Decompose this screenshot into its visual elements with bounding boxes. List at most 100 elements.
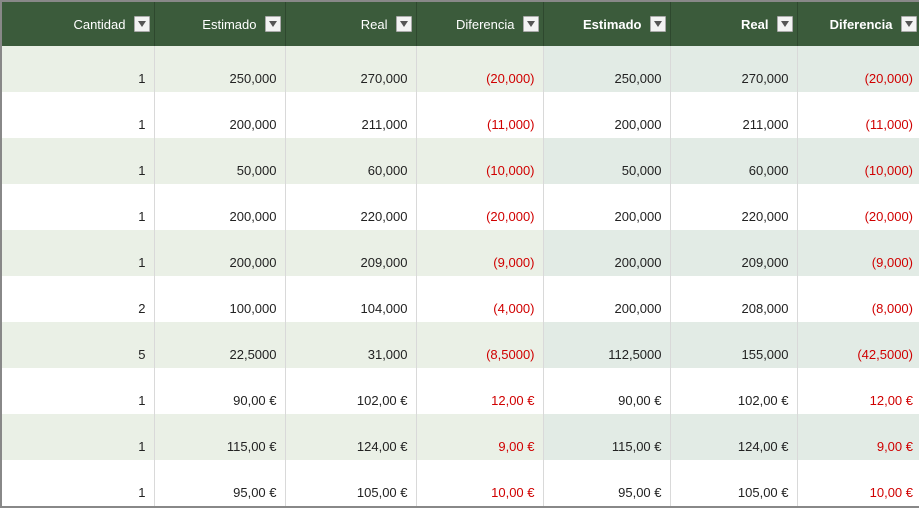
cell-real-a[interactable]: 209,000 <box>285 230 416 276</box>
filter-dropdown-icon[interactable] <box>650 16 666 32</box>
header-row: Cantidad Estimado Real Diferencia <box>2 2 919 46</box>
cell-estimado-b[interactable]: 200,000 <box>543 230 670 276</box>
spreadsheet-table: Cantidad Estimado Real Diferencia <box>0 0 919 508</box>
cell-cantidad[interactable]: 1 <box>2 368 154 414</box>
header-real-a[interactable]: Real <box>285 2 416 46</box>
cell-cantidad[interactable]: 1 <box>2 138 154 184</box>
cell-real-a[interactable]: 211,000 <box>285 92 416 138</box>
table-row: 522,500031,000(8,5000)112,5000155,000(42… <box>2 322 919 368</box>
cell-diferencia-b[interactable]: 10,00 € <box>797 460 919 506</box>
header-estimado-b[interactable]: Estimado <box>543 2 670 46</box>
cell-cantidad[interactable]: 1 <box>2 414 154 460</box>
cell-estimado-b[interactable]: 50,000 <box>543 138 670 184</box>
cell-estimado-a[interactable]: 250,000 <box>154 46 285 92</box>
cell-estimado-a[interactable]: 200,000 <box>154 184 285 230</box>
cell-real-b[interactable]: 211,000 <box>670 92 797 138</box>
filter-dropdown-icon[interactable] <box>901 16 917 32</box>
cell-real-a[interactable]: 31,000 <box>285 322 416 368</box>
cell-diferencia-a[interactable]: (10,000) <box>416 138 543 184</box>
header-label: Estimado <box>202 17 256 32</box>
cell-diferencia-b[interactable]: (20,000) <box>797 184 919 230</box>
cell-cantidad[interactable]: 1 <box>2 46 154 92</box>
data-table: Cantidad Estimado Real Diferencia <box>2 2 919 506</box>
cell-estimado-a[interactable]: 115,00 € <box>154 414 285 460</box>
filter-dropdown-icon[interactable] <box>523 16 539 32</box>
cell-diferencia-b[interactable]: (9,000) <box>797 230 919 276</box>
table-row: 150,00060,000(10,000)50,00060,000(10,000… <box>2 138 919 184</box>
cell-estimado-a[interactable]: 90,00 € <box>154 368 285 414</box>
cell-diferencia-a[interactable]: (8,5000) <box>416 322 543 368</box>
cell-estimado-b[interactable]: 200,000 <box>543 276 670 322</box>
cell-estimado-a[interactable]: 200,000 <box>154 92 285 138</box>
cell-estimado-a[interactable]: 22,5000 <box>154 322 285 368</box>
cell-estimado-b[interactable]: 112,5000 <box>543 322 670 368</box>
cell-real-a[interactable]: 60,000 <box>285 138 416 184</box>
header-diferencia-b[interactable]: Diferencia <box>797 2 919 46</box>
cell-diferencia-a[interactable]: (9,000) <box>416 230 543 276</box>
cell-estimado-b[interactable]: 95,00 € <box>543 460 670 506</box>
filter-dropdown-icon[interactable] <box>396 16 412 32</box>
cell-diferencia-a[interactable]: (4,000) <box>416 276 543 322</box>
cell-diferencia-b[interactable]: (11,000) <box>797 92 919 138</box>
cell-real-b[interactable]: 105,00 € <box>670 460 797 506</box>
cell-diferencia-b[interactable]: (8,000) <box>797 276 919 322</box>
cell-cantidad[interactable]: 1 <box>2 92 154 138</box>
cell-real-a[interactable]: 220,000 <box>285 184 416 230</box>
filter-dropdown-icon[interactable] <box>134 16 150 32</box>
cell-estimado-a[interactable]: 95,00 € <box>154 460 285 506</box>
cell-cantidad[interactable]: 1 <box>2 230 154 276</box>
cell-real-b[interactable]: 208,000 <box>670 276 797 322</box>
header-label: Real <box>361 17 388 32</box>
cell-real-b[interactable]: 270,000 <box>670 46 797 92</box>
cell-cantidad[interactable]: 1 <box>2 460 154 506</box>
header-label: Diferencia <box>456 17 515 32</box>
cell-estimado-b[interactable]: 250,000 <box>543 46 670 92</box>
cell-diferencia-b[interactable]: 9,00 € <box>797 414 919 460</box>
cell-real-b[interactable]: 102,00 € <box>670 368 797 414</box>
cell-real-b[interactable]: 124,00 € <box>670 414 797 460</box>
cell-real-b[interactable]: 220,000 <box>670 184 797 230</box>
cell-cantidad[interactable]: 2 <box>2 276 154 322</box>
cell-diferencia-b[interactable]: (42,5000) <box>797 322 919 368</box>
cell-real-a[interactable]: 104,000 <box>285 276 416 322</box>
cell-estimado-a[interactable]: 50,000 <box>154 138 285 184</box>
header-estimado-a[interactable]: Estimado <box>154 2 285 46</box>
table-row: 1115,00 €124,00 €9,00 €115,00 €124,00 €9… <box>2 414 919 460</box>
cell-estimado-b[interactable]: 115,00 € <box>543 414 670 460</box>
header-diferencia-a[interactable]: Diferencia <box>416 2 543 46</box>
cell-real-a[interactable]: 270,000 <box>285 46 416 92</box>
cell-cantidad[interactable]: 1 <box>2 184 154 230</box>
cell-estimado-b[interactable]: 200,000 <box>543 92 670 138</box>
cell-real-a[interactable]: 102,00 € <box>285 368 416 414</box>
header-cantidad[interactable]: Cantidad <box>2 2 154 46</box>
table-row: 195,00 €105,00 €10,00 €95,00 €105,00 €10… <box>2 460 919 506</box>
cell-diferencia-a[interactable]: 10,00 € <box>416 460 543 506</box>
header-label: Cantidad <box>73 17 125 32</box>
cell-diferencia-a[interactable]: 12,00 € <box>416 368 543 414</box>
cell-diferencia-a[interactable]: (11,000) <box>416 92 543 138</box>
cell-real-a[interactable]: 124,00 € <box>285 414 416 460</box>
cell-diferencia-a[interactable]: 9,00 € <box>416 414 543 460</box>
cell-estimado-a[interactable]: 100,000 <box>154 276 285 322</box>
cell-estimado-b[interactable]: 200,000 <box>543 184 670 230</box>
cell-diferencia-a[interactable]: (20,000) <box>416 46 543 92</box>
header-label: Real <box>741 17 768 32</box>
filter-dropdown-icon[interactable] <box>265 16 281 32</box>
table-row: 1200,000209,000(9,000)200,000209,000(9,0… <box>2 230 919 276</box>
cell-estimado-a[interactable]: 200,000 <box>154 230 285 276</box>
table-row: 1200,000220,000(20,000)200,000220,000(20… <box>2 184 919 230</box>
cell-real-a[interactable]: 105,00 € <box>285 460 416 506</box>
header-label: Estimado <box>583 17 642 32</box>
header-label: Diferencia <box>830 17 893 32</box>
cell-diferencia-a[interactable]: (20,000) <box>416 184 543 230</box>
cell-diferencia-b[interactable]: 12,00 € <box>797 368 919 414</box>
cell-cantidad[interactable]: 5 <box>2 322 154 368</box>
cell-diferencia-b[interactable]: (20,000) <box>797 46 919 92</box>
cell-diferencia-b[interactable]: (10,000) <box>797 138 919 184</box>
cell-real-b[interactable]: 60,000 <box>670 138 797 184</box>
cell-estimado-b[interactable]: 90,00 € <box>543 368 670 414</box>
cell-real-b[interactable]: 155,000 <box>670 322 797 368</box>
header-real-b[interactable]: Real <box>670 2 797 46</box>
filter-dropdown-icon[interactable] <box>777 16 793 32</box>
cell-real-b[interactable]: 209,000 <box>670 230 797 276</box>
